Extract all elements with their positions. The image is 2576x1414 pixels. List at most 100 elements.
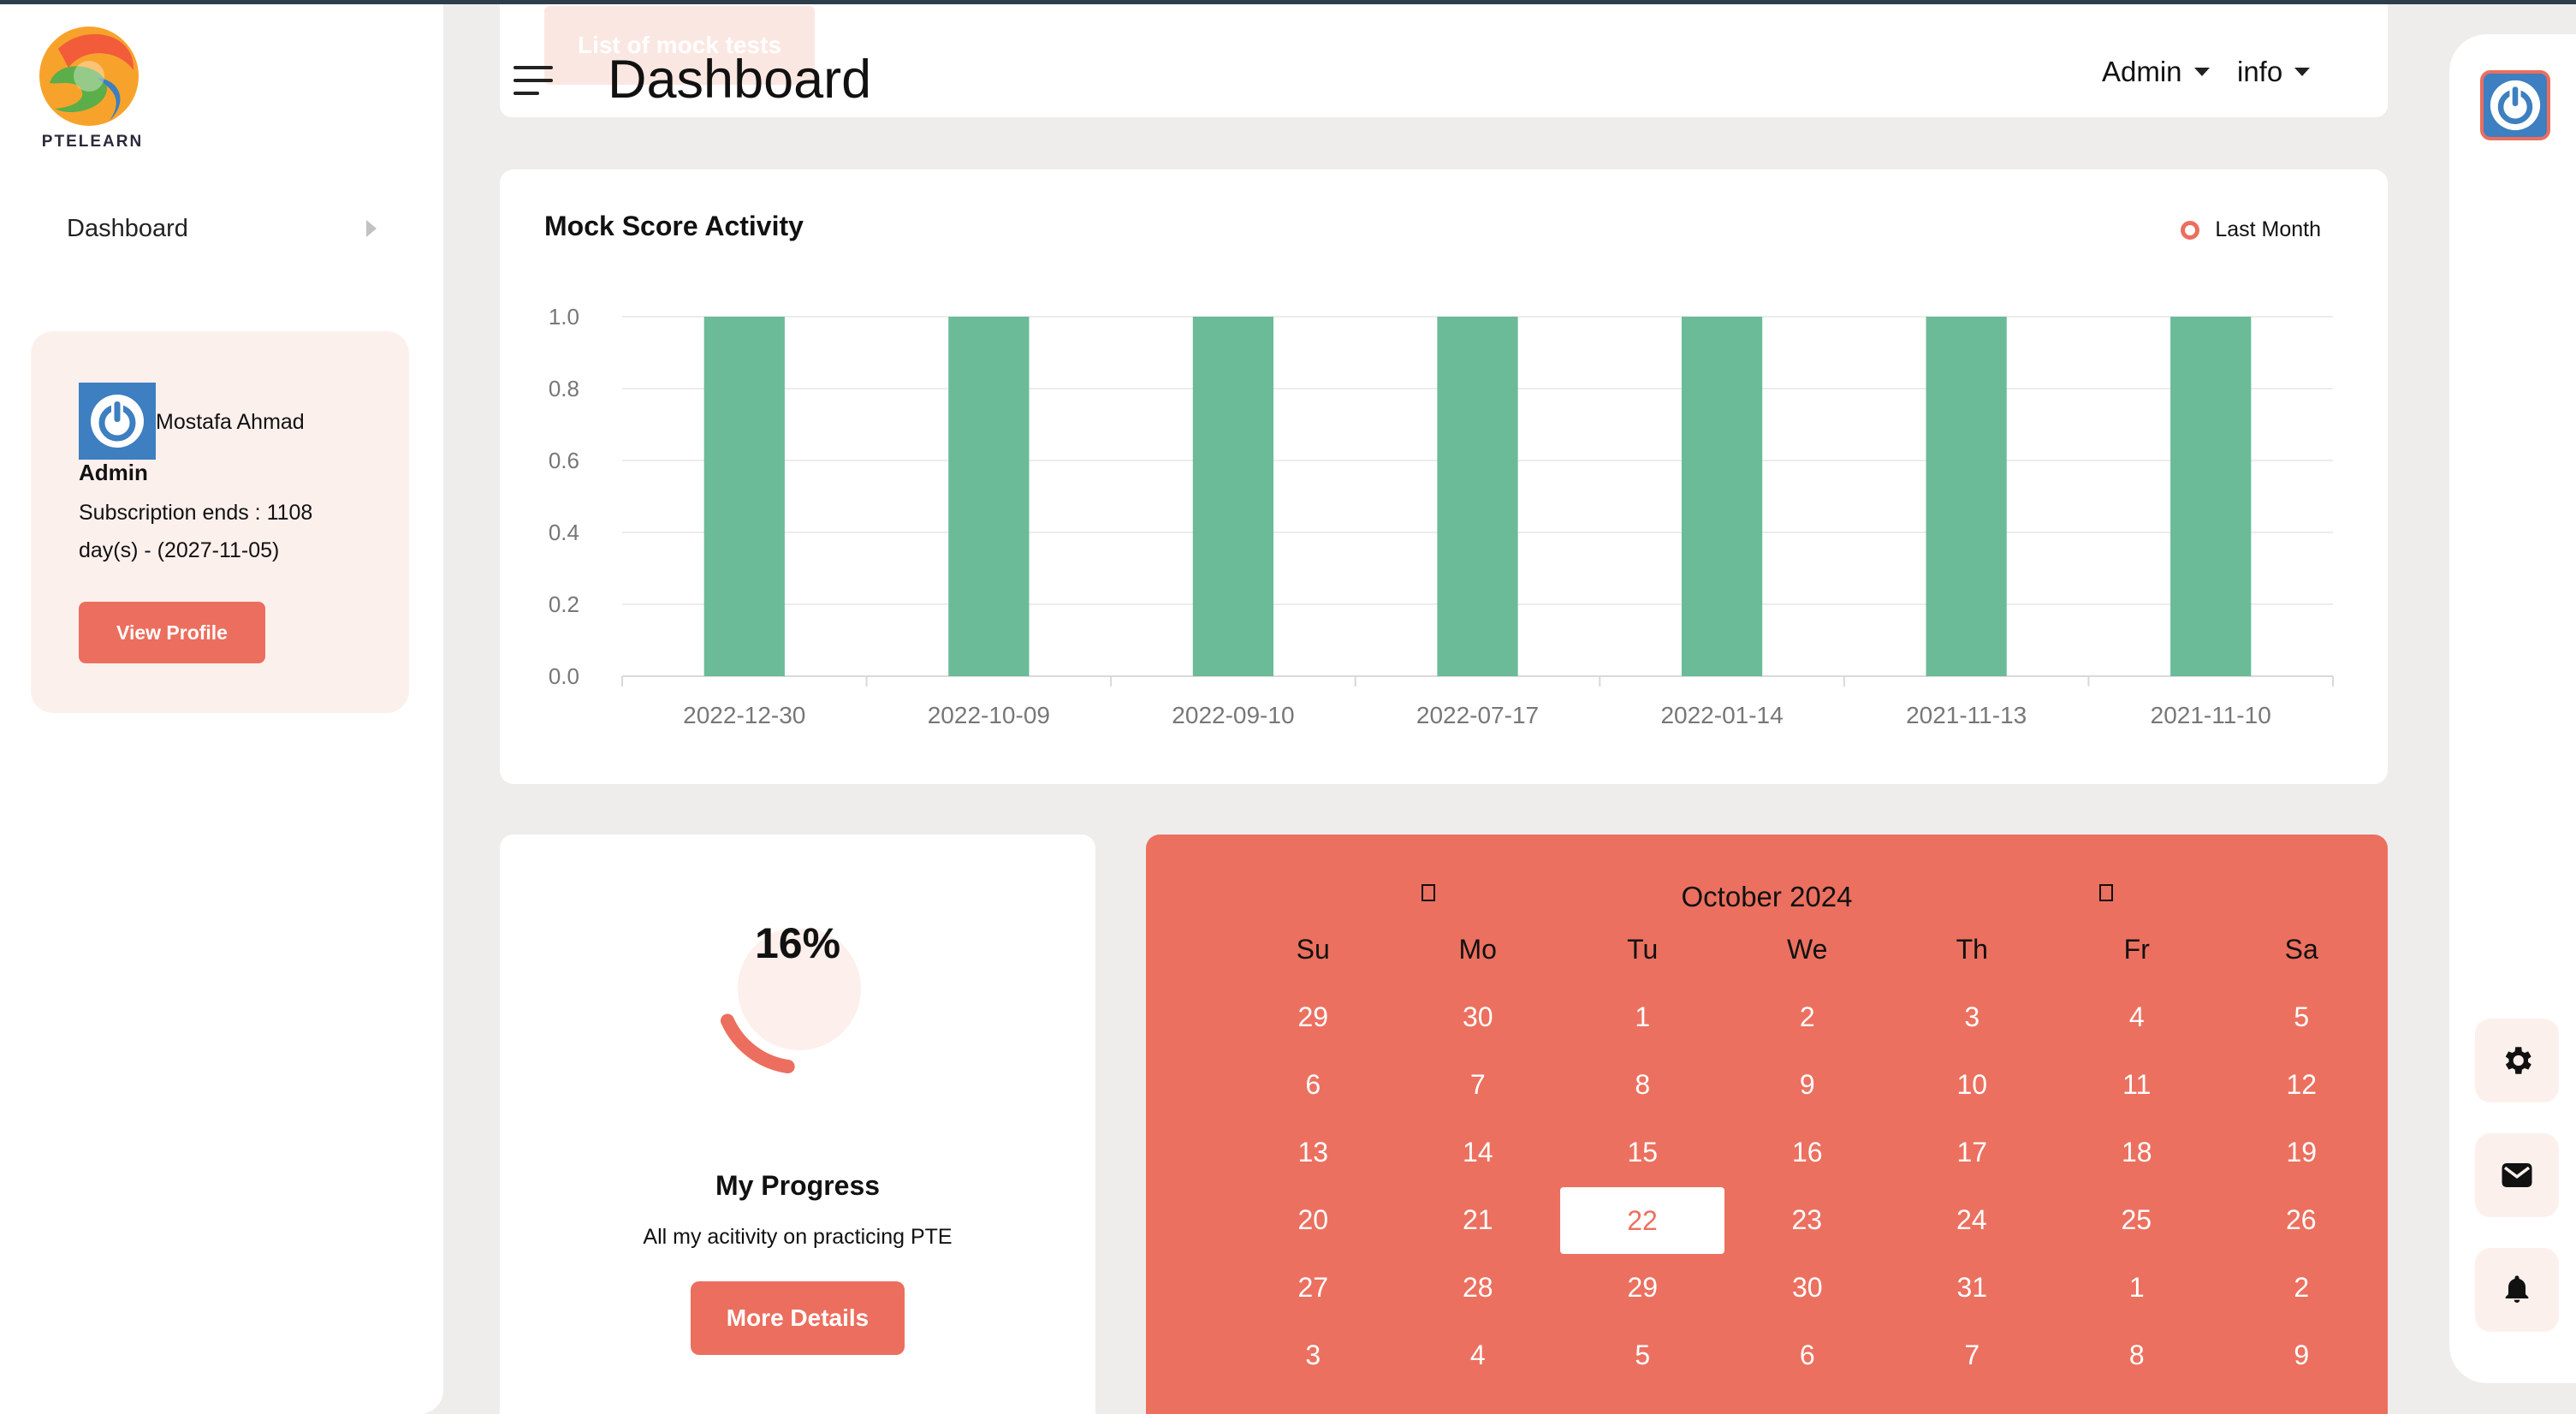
x-tick-label: 2022-09-10 [1172,702,1294,728]
calendar-day[interactable]: 19 [2219,1119,2384,1186]
calendar-day[interactable]: 31 [1890,1254,2055,1322]
calendar-next-icon[interactable] [2099,884,2113,901]
app-logo[interactable]: PTELEARN [24,23,154,152]
calendar-day[interactable]: 6 [1725,1322,1890,1389]
calendar-week-row: 13 14 15 16 17 18 19 [1231,1119,2384,1186]
profile-name: Mostafa Ahmad [156,410,305,434]
calendar-day[interactable]: 30 [1396,983,1561,1051]
calendar-week-row: 3456789 [1231,1322,2384,1389]
calendar-day[interactable]: 20 [1231,1186,1396,1254]
calendar-day[interactable]: 4 [2055,983,2220,1051]
calendar-week-row: 20 21 22 23 24 25 26 [1231,1186,2384,1254]
calendar-day[interactable]: 17 [1890,1119,2055,1186]
calendar-day[interactable]: 7 [1396,1051,1561,1119]
mail-icon [2502,1163,2532,1187]
calendar-day[interactable]: 23 [1724,1186,1890,1254]
calendar-grid: Su Mo Tu We Th Fr Sa 29 30 1 2 3 4 5 6 7 8 9 10 11 12 13 14 15 1… [1231,916,2384,1389]
calendar-day[interactable]: 29 [1231,983,1396,1051]
x-tick-label: 2022-07-17 [1416,702,1539,728]
calendar-day[interactable]: 30 [1725,1254,1890,1322]
profile-role: Admin [79,460,148,485]
calendar-day[interactable]: 25 [2054,1186,2219,1254]
sidebar-item-label: Dashboard [67,214,188,242]
calendar-day[interactable]: 14 [1396,1119,1561,1186]
calendar-day[interactable]: 6 [1231,1051,1396,1119]
calendar-day[interactable]: 11 [2055,1051,2220,1119]
calendar-day[interactable]: 9 [2219,1322,2384,1389]
x-tick-label: 2022-12-30 [683,702,805,728]
progress-title: My Progress [715,1170,881,1201]
menu-icon[interactable] [513,66,555,100]
calendar-day[interactable]: 9 [1725,1051,1890,1119]
calendar-day-today[interactable]: 22 [1560,1186,1724,1254]
y-tick-label: 0.0 [549,663,579,689]
calendar-weekday: Sa [2284,934,2318,965]
calendar-day[interactable]: 28 [1396,1254,1561,1322]
calendar-day[interactable]: 7 [1890,1322,2055,1389]
settings-button[interactable] [2475,1019,2559,1102]
caret-down-icon [2294,68,2311,76]
calendar-day[interactable]: 5 [1560,1322,1725,1389]
header: List of mock tests Dashboard Admin info [500,4,2388,117]
calendar-week-row: 6 7 8 9 10 11 12 [1231,1051,2384,1119]
notifications-button[interactable] [2475,1248,2559,1332]
bar-2022-09-10 [1192,317,1274,676]
view-profile-button[interactable]: View Profile [79,602,265,663]
sidebar-item-dashboard[interactable]: Dashboard [67,210,383,247]
calendar-day[interactable]: 27 [1231,1254,1396,1322]
calendar-weekday-row: Su Mo Tu We Th Fr Sa [1231,916,2384,983]
mock-score-chart-card: Mock Score Activity Last Month 0.0 0.2 0.4… [500,169,2388,784]
calendar-weekday: Su [1296,934,1330,965]
calendar-day[interactable]: 2 [2219,1254,2384,1322]
calendar-weekday: Fr [2123,934,2150,965]
x-tick-label: 2022-10-09 [928,702,1050,728]
admin-dropdown[interactable]: Admin [2102,56,2210,88]
more-details-button[interactable]: More Details [691,1281,905,1355]
logo-text: PTELEARN [41,133,144,151]
calendar-day[interactable]: 1 [1560,983,1725,1051]
calendar-day[interactable]: 29 [1560,1254,1725,1322]
calendar-day[interactable]: 26 [2219,1186,2384,1254]
info-dropdown-label: info [2237,56,2283,87]
calendar-day[interactable]: 10 [1890,1051,2055,1119]
info-dropdown[interactable]: info [2237,56,2311,88]
calendar-weekday: We [1787,934,1828,965]
y-tick-label: 0.2 [549,591,579,617]
calendar-weekday: Tu [1627,934,1659,965]
calendar-day[interactable]: 13 [1231,1119,1396,1186]
profile-card: Mostafa Ahmad Admin Subscription ends : … [31,331,409,713]
mail-button[interactable] [2475,1133,2559,1217]
bar-chart: 0.0 0.2 0.4 0.6 0.8 1.0 2022-12-30 2022-10-09 20… [549,304,2334,728]
calendar-day[interactable]: 24 [1890,1186,2055,1254]
caret-down-icon [2193,68,2210,76]
sidebar: PTELEARN Dashboard Mostafa Ahmad Admin S… [0,4,443,1414]
calendar-week-row: 27 28 29 30 31 1 2 [1231,1254,2384,1322]
calendar-day[interactable]: 8 [1560,1051,1725,1119]
avatar [79,383,156,460]
calendar-day[interactable]: 1 [2055,1254,2220,1322]
calendar-day[interactable]: 21 [1396,1186,1561,1254]
calendar-weekday: Th [1956,934,1988,965]
admin-dropdown-label: Admin [2102,56,2182,87]
power-icon [2490,80,2541,131]
calendar-day[interactable]: 12 [2219,1051,2384,1119]
calendar-day[interactable]: 15 [1560,1119,1725,1186]
calendar-day[interactable]: 3 [1231,1322,1396,1389]
calendar-day[interactable]: 8 [2055,1322,2220,1389]
bar-2021-11-10 [2170,317,2252,676]
calendar-day[interactable]: 16 [1725,1119,1890,1186]
bar-2021-11-13 [1926,317,2007,676]
x-tick-label: 2022-01-14 [1660,702,1783,728]
power-button[interactable] [2480,70,2550,140]
calendar-day[interactable]: 18 [2055,1119,2220,1186]
logo-icon [39,27,139,126]
gear-icon [2505,1047,2531,1074]
progress-card: 16% My Progress All my acitivity on prac… [500,835,1095,1414]
bar-2022-07-17 [1437,317,1518,676]
calendar-day[interactable]: 2 [1725,983,1890,1051]
calendar-day[interactable]: 5 [2219,983,2384,1051]
y-tick-label: 0.8 [549,376,579,401]
bar-2022-10-09 [948,317,1030,676]
calendar-day[interactable]: 4 [1396,1322,1561,1389]
calendar-day[interactable]: 3 [1890,983,2055,1051]
